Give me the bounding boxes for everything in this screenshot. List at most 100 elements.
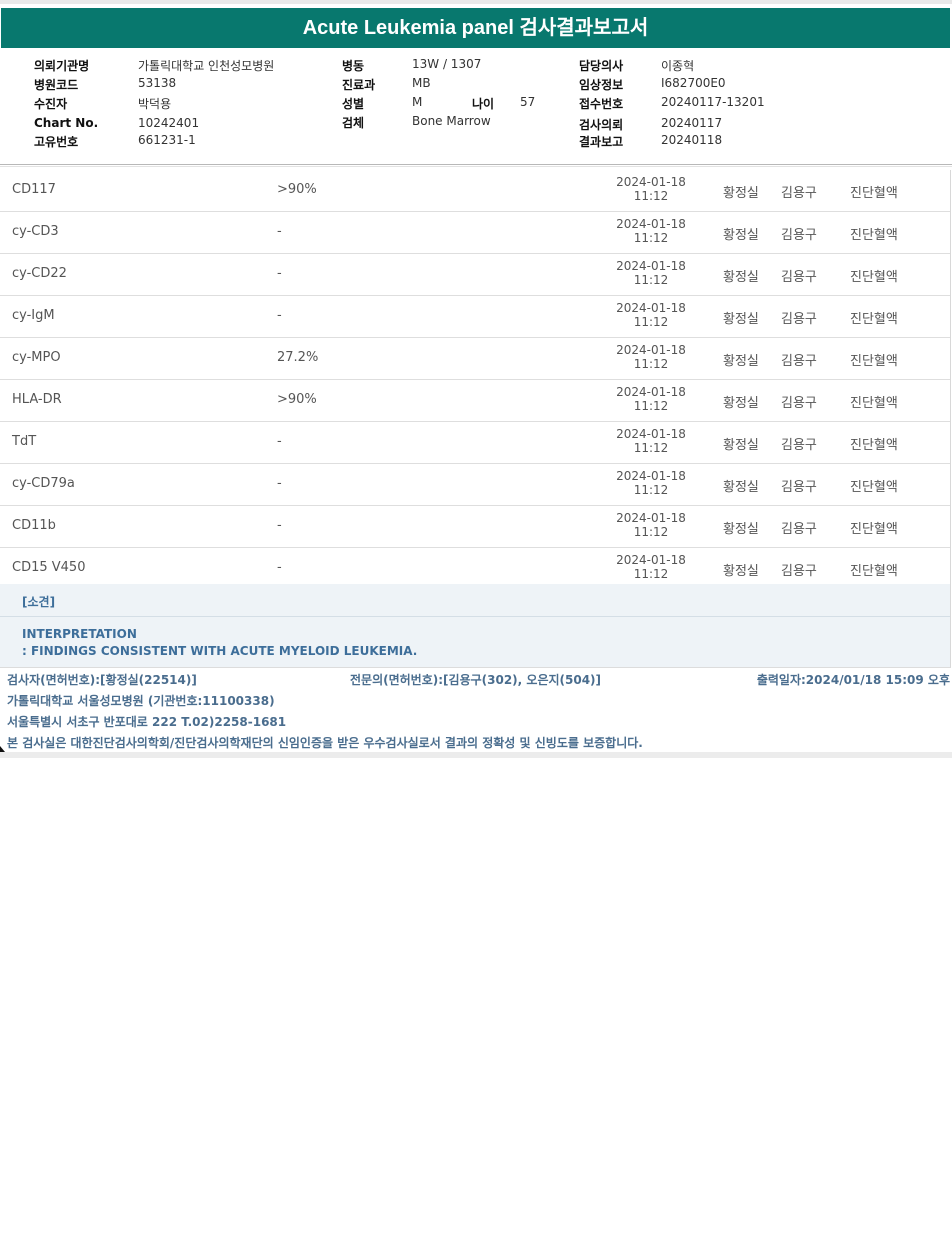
clinical-info-value: I682700E0 (661, 76, 726, 90)
report-title: Acute Leukemia panel 검사결과보고서 (1, 8, 950, 48)
receipt-no-value: 20240117-13201 (661, 95, 765, 109)
lab-department: 진단혈액 (850, 354, 898, 369)
opinion-title: [소견] (22, 595, 56, 609)
lab-department: 진단혈액 (850, 438, 898, 453)
result-time: 11:12 (633, 567, 669, 581)
patient-label: 수진자 (34, 97, 68, 111)
ward-label: 병동 (342, 59, 365, 73)
result-time: 11:12 (633, 315, 669, 329)
chart-no-label: Chart No. (34, 116, 99, 130)
reporting-doctor: 김용구 (781, 480, 817, 495)
corner-marker (0, 746, 5, 752)
technician: 황정실 (723, 354, 759, 369)
test-name: cy-IgM (12, 308, 55, 323)
department-value: MB (412, 76, 431, 90)
bottom-border (0, 752, 952, 758)
result-date: 2024-01-18 (616, 175, 686, 189)
table-row: cy-CD3 - 2024-01-18 11:12 황정실 김용구 진단혈액 (0, 212, 950, 254)
opinion-divider (0, 616, 950, 617)
receipt-no-label: 접수번호 (579, 97, 624, 111)
technician: 황정실 (723, 564, 759, 579)
test-value: - (277, 560, 282, 575)
sex-value: M (412, 95, 423, 109)
unique-id-label: 고유번호 (34, 135, 79, 149)
result-datetime: 2024-01-18 11:12 (605, 343, 697, 371)
reporting-doctor: 김용구 (781, 228, 817, 243)
technician: 황정실 (723, 186, 759, 201)
lab-department: 진단혈액 (850, 228, 898, 243)
test-value: - (277, 266, 282, 281)
technician: 황정실 (723, 270, 759, 285)
table-row: cy-CD22 - 2024-01-18 11:12 황정실 김용구 진단혈액 (0, 254, 950, 296)
technician: 황정실 (723, 438, 759, 453)
table-row: cy-IgM - 2024-01-18 11:12 황정실 김용구 진단혈액 (0, 296, 950, 338)
chart-no-value: 10242401 (138, 116, 200, 130)
technician: 황정실 (723, 312, 759, 327)
result-datetime: 2024-01-18 11:12 (605, 553, 697, 581)
test-name: CD11b (12, 518, 56, 533)
reporting-doctor: 김용구 (781, 312, 817, 327)
lab-department: 진단혈액 (850, 312, 898, 327)
technician: 황정실 (723, 396, 759, 411)
header-divider (0, 164, 952, 165)
age-value: 57 (520, 95, 536, 109)
technician: 황정실 (723, 228, 759, 243)
lab-department: 진단혈액 (850, 396, 898, 411)
table-row: CD117 >90% 2024-01-18 11:12 황정실 김용구 진단혈액 (0, 170, 950, 212)
reporting-doctor: 김용구 (781, 270, 817, 285)
clinical-info-label: 임상정보 (579, 78, 624, 92)
result-time: 11:12 (633, 441, 669, 455)
top-border (0, 0, 952, 4)
table-row: TdT - 2024-01-18 11:12 황정실 김용구 진단혈액 (0, 422, 950, 464)
result-time: 11:12 (633, 525, 669, 539)
result-date: 2024-01-18 (616, 301, 686, 315)
ward-value: 13W / 1307 (412, 57, 482, 71)
institution-label: 의뢰기관명 (34, 59, 90, 73)
specialist-info: 전문의(면허번호):[김용구(302), 오은지(504)] (350, 673, 602, 687)
result-report-value: 20240118 (661, 133, 723, 147)
certification-note: 본 검사실은 대한진단검사의학회/진단검사의학재단의 신임인증을 받은 우수검사… (7, 736, 643, 750)
test-value: - (277, 434, 282, 449)
institution-value: 가톨릭대학교 인천성모병원 (138, 59, 275, 73)
test-request-value: 20240117 (661, 116, 723, 130)
lab-department: 진단혈액 (850, 270, 898, 285)
result-report-label: 결과보고 (579, 135, 624, 149)
result-date: 2024-01-18 (616, 553, 686, 567)
header-divider-light (0, 166, 952, 167)
results-table: CD117 >90% 2024-01-18 11:12 황정실 김용구 진단혈액 cy-CD… (0, 170, 951, 590)
table-row: HLA-DR >90% 2024-01-18 11:12 황정실 김용구 진단혈액 (0, 380, 950, 422)
result-datetime: 2024-01-18 11:12 (605, 427, 697, 455)
department-label: 진료과 (342, 78, 376, 92)
result-datetime: 2024-01-18 11:12 (605, 301, 697, 329)
sex-label: 성별 (342, 97, 365, 111)
result-date: 2024-01-18 (616, 343, 686, 357)
result-time: 11:12 (633, 399, 669, 413)
result-datetime: 2024-01-18 11:12 (605, 175, 697, 203)
interpretation-text: : FINDINGS CONSISTENT WITH ACUTE MYELOID… (22, 644, 418, 658)
opinion-section: [소견] INTERPRETATION : FINDINGS CONSISTEN… (0, 584, 951, 668)
test-name: TdT (12, 434, 37, 449)
technician: 황정실 (723, 480, 759, 495)
result-date: 2024-01-18 (616, 511, 686, 525)
test-value: >90% (277, 182, 317, 197)
reporting-doctor: 김용구 (781, 522, 817, 537)
reporting-doctor: 김용구 (781, 186, 817, 201)
attending-doctor-value: 이종혁 (661, 59, 695, 73)
result-datetime: 2024-01-18 11:12 (605, 385, 697, 413)
reporting-doctor: 김용구 (781, 396, 817, 411)
test-name: HLA-DR (12, 392, 62, 407)
reporting-doctor: 김용구 (781, 564, 817, 579)
test-name: cy-CD3 (12, 224, 59, 239)
test-name: cy-CD22 (12, 266, 67, 281)
interpretation-heading: INTERPRETATION (22, 627, 137, 641)
result-time: 11:12 (633, 189, 669, 203)
reporting-doctor: 김용구 (781, 438, 817, 453)
result-datetime: 2024-01-18 11:12 (605, 259, 697, 287)
specimen-label: 검체 (342, 116, 365, 130)
test-value: - (277, 224, 282, 239)
lab-department: 진단혈액 (850, 522, 898, 537)
reporting-doctor: 김용구 (781, 354, 817, 369)
test-value: - (277, 518, 282, 533)
age-label: 나이 (472, 97, 495, 111)
test-name: cy-CD79a (12, 476, 75, 491)
